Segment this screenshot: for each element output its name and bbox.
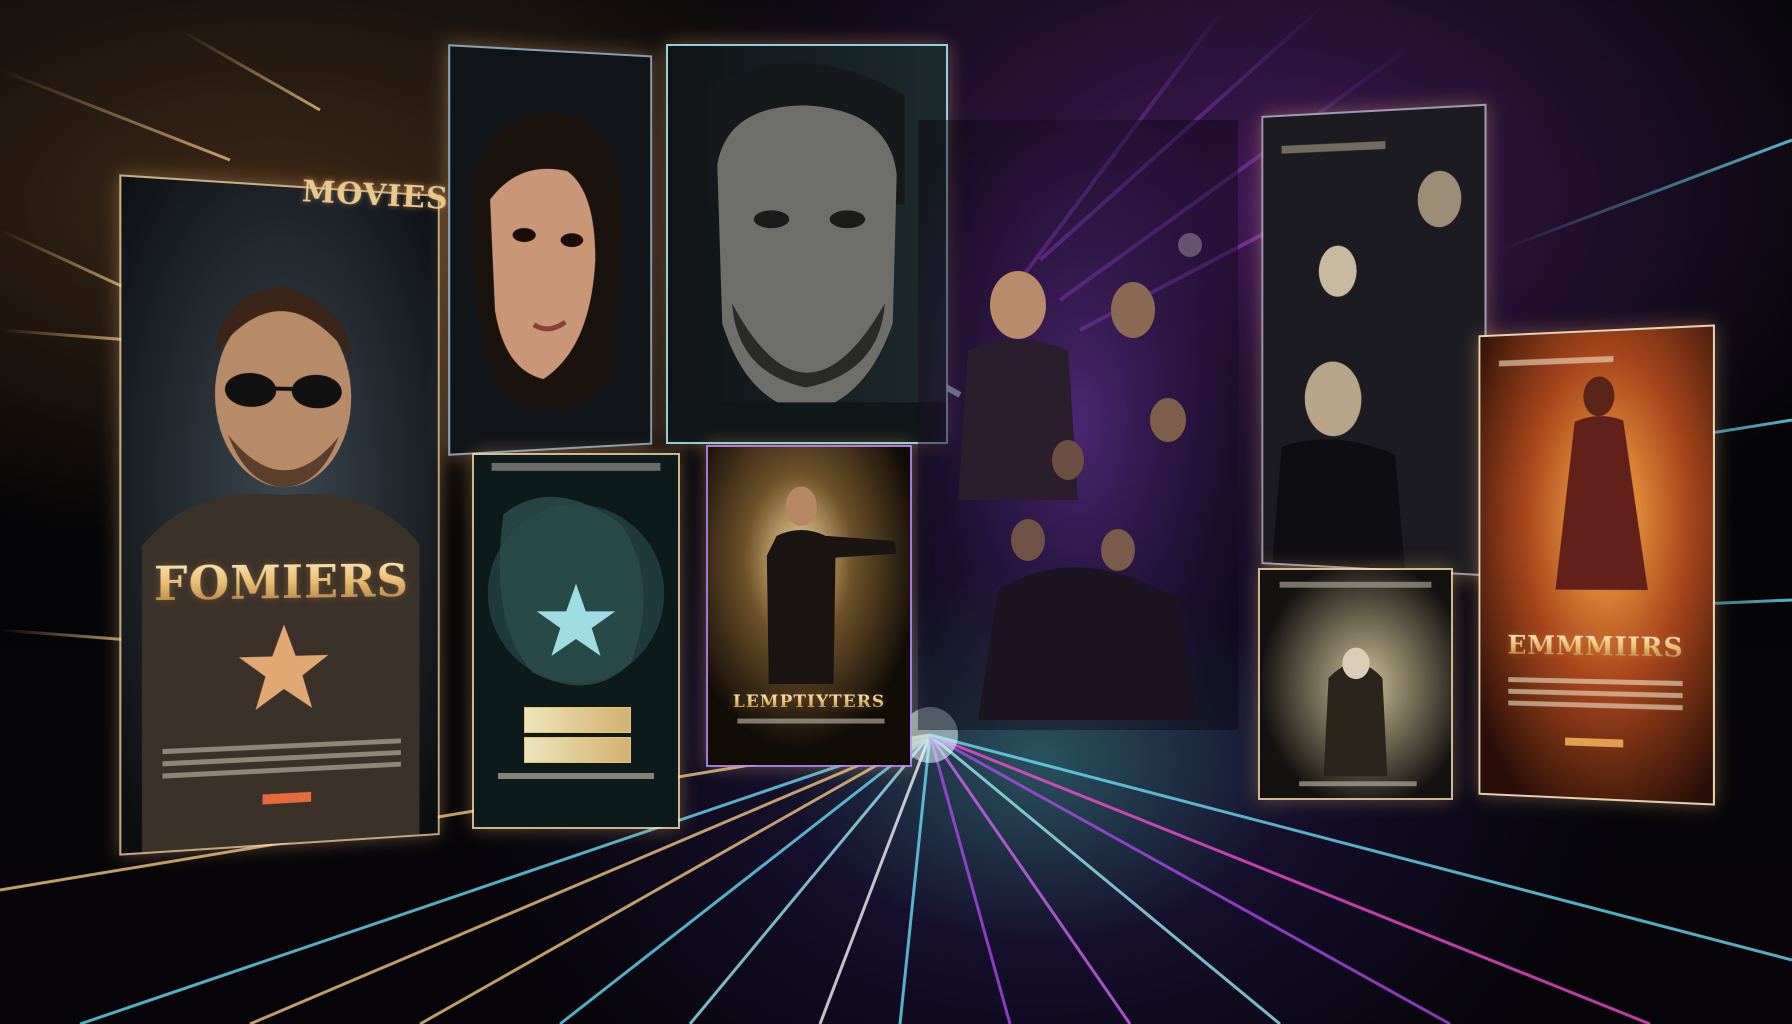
movie-poster-left: FOMIERS	[119, 174, 439, 855]
movie-poster-collage: FOMIERS MOVIES LEMPTIYTERS EMMMIIRS	[0, 0, 1792, 1024]
poster-right-large-artwork	[1263, 106, 1484, 574]
movie-poster-right-warm: EMMMIIRS	[1478, 324, 1714, 805]
poster-center-title: LEMPTIYTERS	[708, 692, 910, 712]
movie-poster-star	[472, 453, 680, 829]
poster-center-artwork	[708, 447, 910, 765]
poster-star-artwork	[474, 455, 678, 827]
ticket-strip-1	[524, 707, 631, 733]
poster-star-credits	[498, 773, 653, 779]
poster-left-title: FOMIERS	[121, 554, 437, 612]
poster-right-warm-artwork	[1480, 327, 1713, 804]
poster-bearded-man-artwork	[668, 46, 946, 442]
movie-poster-right-large	[1261, 104, 1486, 577]
movie-poster-woman	[448, 44, 652, 456]
poster-right-warm-title: EMMMIIRS	[1480, 631, 1713, 665]
poster-left-artwork	[121, 177, 437, 854]
movie-poster-right-small	[1258, 568, 1453, 800]
ticket-strip-2	[524, 737, 631, 763]
movie-poster-action-collage	[918, 120, 1238, 730]
movie-poster-center: LEMPTIYTERS	[706, 445, 912, 767]
poster-action-collage-artwork	[918, 120, 1238, 730]
poster-right-small-artwork	[1260, 570, 1451, 798]
poster-woman-artwork	[450, 46, 650, 453]
movie-poster-bearded-man	[666, 44, 948, 444]
